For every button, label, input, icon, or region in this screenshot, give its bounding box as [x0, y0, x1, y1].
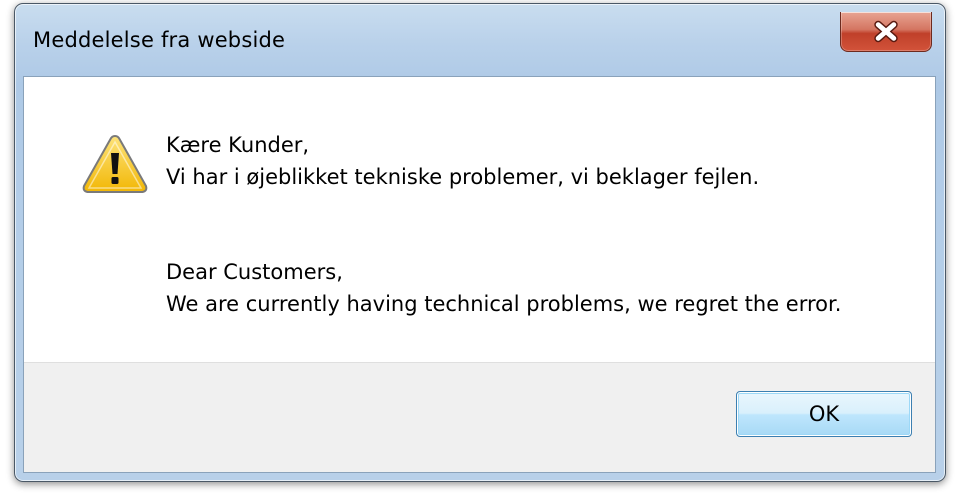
danish-greeting: Kære Kunder, [166, 133, 310, 157]
dialog-title: Meddelelse fra webside [33, 28, 286, 52]
message-text: Kære Kunder, Vi har i øjeblikket teknisk… [166, 129, 841, 320]
message-area: Kære Kunder, Vi har i øjeblikket teknisk… [24, 77, 935, 365]
english-message: We are currently having technical proble… [166, 292, 842, 316]
close-icon [874, 20, 898, 43]
english-greeting: Dear Customers, [166, 260, 343, 284]
dialog-window: Meddelelse fra webside Kære Kunder, Vi h… [14, 3, 946, 482]
dialog-client-area: Kære Kunder, Vi har i øjeblikket teknisk… [23, 76, 936, 473]
ok-button[interactable]: OK [736, 391, 912, 437]
warning-icon [82, 134, 148, 193]
danish-message: Vi har i øjeblikket tekniske problemer, … [166, 165, 760, 189]
close-button[interactable] [840, 12, 932, 52]
button-bar: OK [24, 362, 935, 472]
